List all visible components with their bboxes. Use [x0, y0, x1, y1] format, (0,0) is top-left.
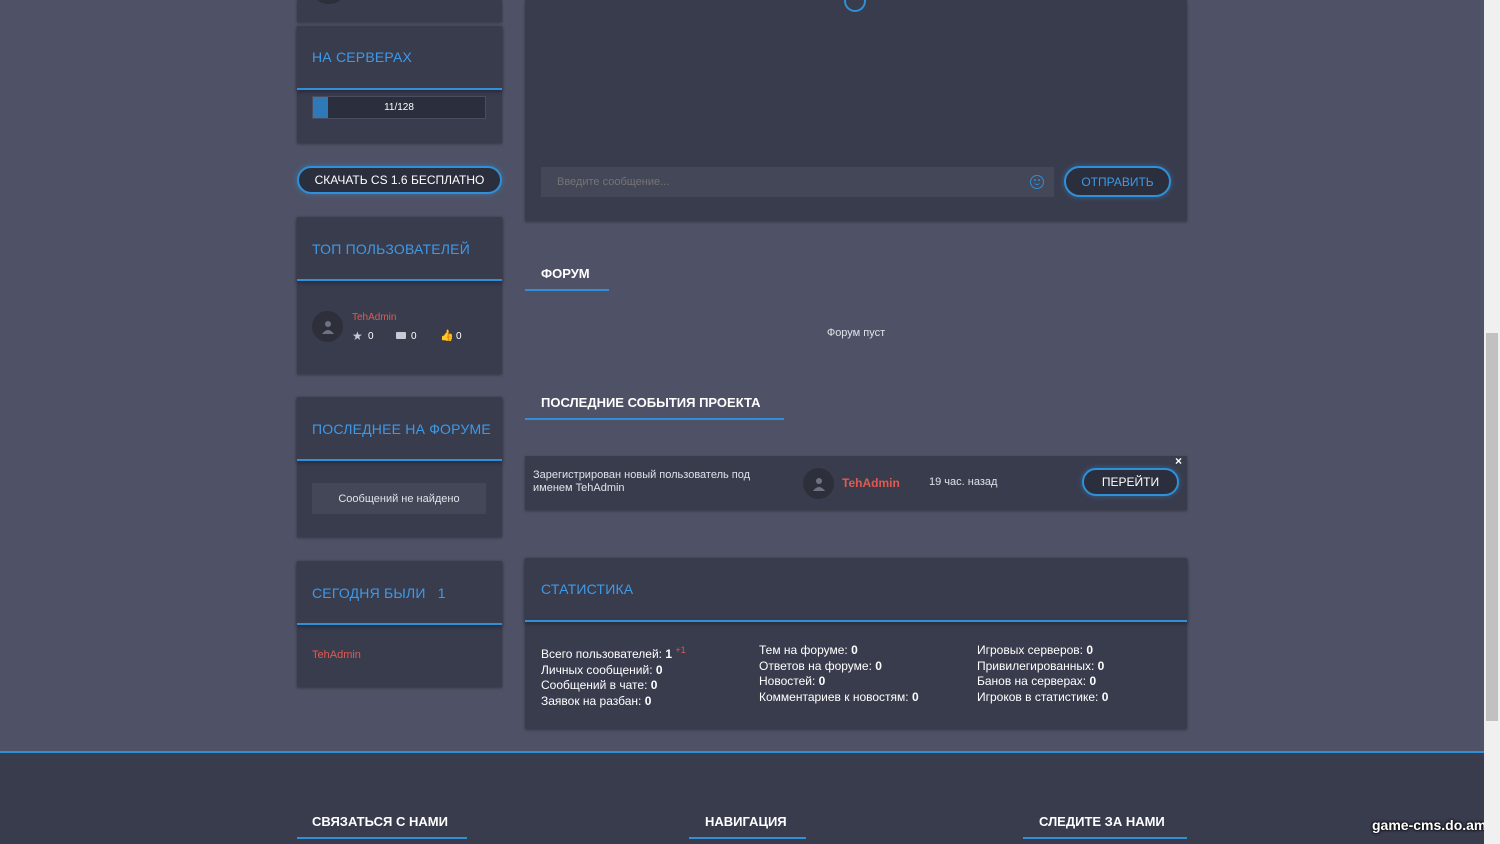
loading-spinner-icon	[844, 0, 866, 12]
servers-online-count: 11/128	[384, 102, 414, 113]
chat-input-wrap	[541, 167, 1054, 197]
last-forum-empty: Сообщений не найдено	[312, 483, 486, 514]
today-count: 1	[437, 585, 446, 601]
user-silhouette-icon	[321, 320, 334, 334]
stat-line: Игровых серверов: 0	[977, 643, 1094, 657]
stat-line: Игроков в статистике: 0	[977, 690, 1109, 705]
servers-online-bar[interactable]: 11/128	[312, 96, 486, 119]
page-scrollbar[interactable]	[1484, 0, 1500, 844]
footer: Связаться с нами Навигация Следите за на…	[0, 751, 1484, 844]
watermark: game-cms.do.am	[1372, 817, 1487, 833]
top-user-stats: ★ 0 0 👍 0	[352, 329, 482, 344]
top-user-stars: 0	[368, 331, 374, 342]
stats-col-3: Игровых серверов: 0 Привилегированных: 0…	[977, 643, 1108, 706]
stat-line: Привилегированных: 0	[977, 658, 1105, 673]
servers-panel-header: На серверах	[297, 26, 502, 90]
top-user-avatar[interactable]	[312, 311, 343, 342]
events-section-title: Последние события проекта	[541, 395, 761, 410]
today-title: Сегодня были 1	[312, 585, 446, 601]
servers-panel: На серверах 11/128	[297, 26, 502, 143]
events-section-underline	[525, 418, 784, 420]
stat-line: Ответов на форуме: 0	[759, 658, 882, 673]
smiley-icon[interactable]	[1030, 175, 1044, 189]
last-forum-panel: Последнее на форуме Сообщений не найдено	[297, 397, 502, 537]
footer-navigation-underline	[689, 837, 806, 839]
top-users-title: Топ пользователей	[312, 241, 470, 257]
top-user-messages: 0	[411, 331, 417, 342]
stats-panel: Статистика Всего пользователей: 1 +1 Лич…	[525, 558, 1187, 729]
stat-line: Комментариев к новостям: 0	[759, 690, 919, 705]
stat-line: Всего пользователей: 1 +1	[541, 645, 686, 661]
stat-line: Личных сообщений: 0	[541, 662, 663, 677]
top-users-panel: Топ пользователей TehAdmin ★ 0 0 👍 0	[297, 217, 502, 374]
avatar	[315, 0, 343, 4]
today-title-text: Сегодня были	[312, 585, 426, 601]
stats-title: Статистика	[541, 581, 634, 597]
stats-header: Статистика	[525, 558, 1187, 622]
event-user-avatar[interactable]	[803, 468, 834, 499]
page-scrollbar-thumb[interactable]	[1486, 333, 1498, 721]
event-item: Зарегистрирован новый пользователь под и…	[525, 454, 1187, 510]
today-header: Сегодня были 1	[297, 561, 502, 625]
chat-message-input[interactable]	[541, 167, 1021, 197]
last-forum-title: Последнее на форуме	[312, 421, 491, 437]
thumbs-up-icon: 👍	[440, 330, 454, 342]
forum-empty-text: Форум пуст	[826, 327, 886, 339]
chat-panel: Отправить	[525, 0, 1187, 221]
event-text: Зарегистрирован новый пользователь под и…	[533, 469, 751, 494]
footer-contact-underline	[297, 837, 467, 839]
footer-follow-underline	[1023, 837, 1187, 839]
stat-line: Заявок на разбан: 0	[541, 694, 652, 709]
event-time: 19 час. назад	[929, 476, 998, 488]
last-forum-header: Последнее на форуме	[297, 397, 502, 461]
footer-navigation-title: Навигация	[705, 814, 787, 829]
event-go-button[interactable]: Перейти	[1082, 468, 1179, 496]
user-silhouette-icon	[812, 477, 825, 491]
stats-col-1: Всего пользователей: 1 +1 Личных сообщен…	[541, 643, 686, 710]
footer-follow-title: Следите за нами	[1039, 814, 1165, 829]
stat-badge: +1	[675, 645, 686, 655]
stat-line: Сообщений в чате: 0	[541, 678, 658, 693]
download-cs-button[interactable]: Скачать CS 1.6 бесплатно	[297, 166, 502, 194]
last-forum-empty-text: Сообщений не найдено	[338, 492, 460, 505]
today-user[interactable]: TehAdmin	[312, 649, 361, 661]
stats-col-2: Тем на форуме: 0 Ответов на форуме: 0 Но…	[759, 643, 919, 706]
stat-line: Новостей: 0	[759, 674, 826, 689]
today-panel: Сегодня были 1 TehAdmin	[297, 561, 502, 687]
envelope-icon	[396, 332, 406, 339]
top-user-thanks: 0	[456, 331, 462, 342]
chat-send-button[interactable]: Отправить	[1064, 166, 1171, 197]
servers-panel-title: На серверах	[312, 49, 413, 65]
top-users-header: Топ пользователей	[297, 217, 502, 281]
stat-line: Тем на форуме: 0	[759, 643, 858, 657]
stat-line: Банов на серверах: 0	[977, 674, 1097, 689]
event-user-name[interactable]: TehAdmin	[842, 476, 900, 490]
top-user-name[interactable]: TehAdmin	[352, 312, 396, 323]
forum-section-title: Форум	[541, 266, 590, 281]
sidebar-panel-top-remnant	[297, 0, 502, 22]
footer-contact-title: Связаться с нами	[312, 814, 448, 829]
star-icon: ★	[352, 329, 363, 343]
event-close-icon[interactable]: ×	[1175, 454, 1182, 468]
forum-section-underline	[525, 289, 609, 291]
